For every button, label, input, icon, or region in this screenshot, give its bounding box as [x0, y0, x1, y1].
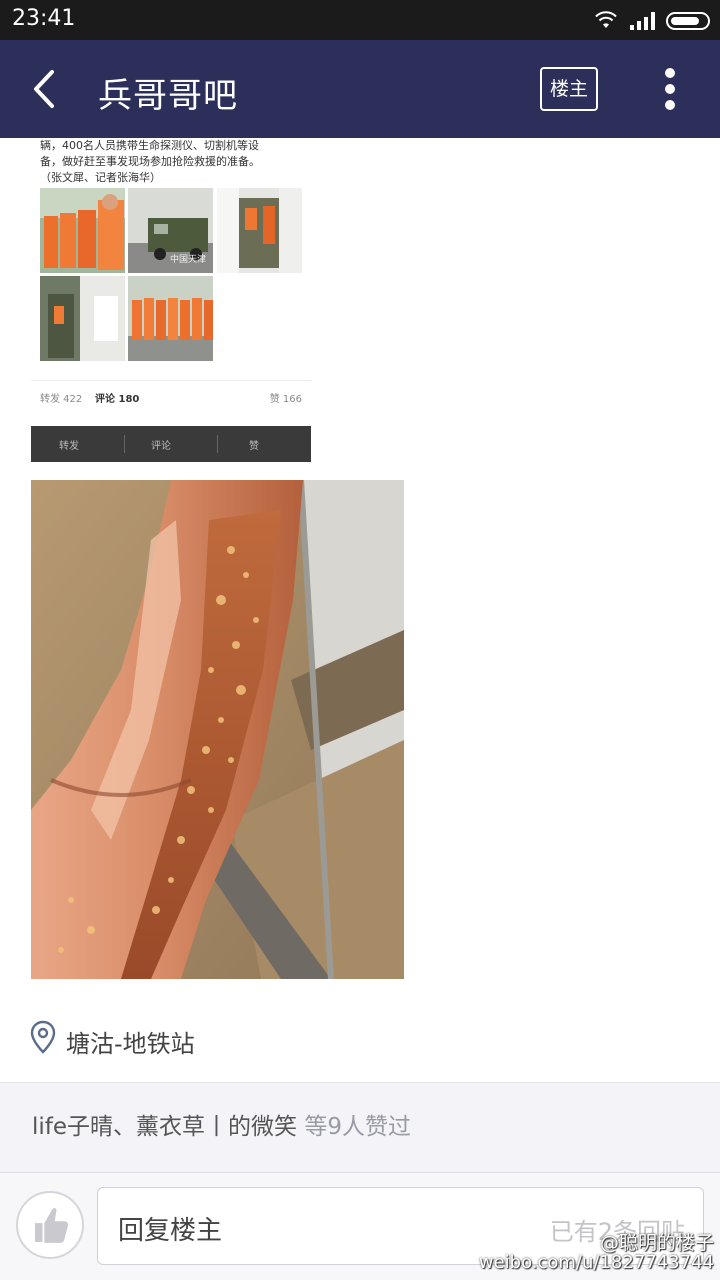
- divider: [124, 435, 125, 453]
- weibo-text: 辆，400名人员携带生命探测仪、切割机等设 备，做好赶至事发现场参加抢险救援的准…: [40, 138, 308, 186]
- status-bar: 23:41: [0, 0, 720, 40]
- comment-count: 评论 180: [95, 394, 140, 405]
- back-arrow-icon[interactable]: [24, 68, 66, 110]
- reply-placeholder: 回复楼主: [118, 1216, 223, 1246]
- divider: [217, 435, 218, 453]
- location-text: 塘沽-地铁站: [66, 1030, 195, 1058]
- weibo-text-line: 辆，400名人员携带生命探测仪、切割机等设: [40, 139, 259, 152]
- post-photo[interactable]: [31, 480, 404, 979]
- forum-title: 兵哥哥吧: [98, 76, 238, 116]
- liked-by-text: life子晴、薰衣草丨的微笑 等9人赞过: [32, 1107, 411, 1141]
- watermark-url: weibo.com/u/1827743744: [478, 1252, 714, 1273]
- watermark-handle: @聪明的楼子: [599, 1232, 714, 1254]
- weibo-watermark: @聪明的楼子 weibo.com/u/1827743744: [460, 1226, 720, 1280]
- thumbs-up-icon: [34, 1208, 69, 1243]
- liked-by-count: 等9人赞过: [304, 1114, 411, 1140]
- weibo-photo-thumbnail[interactable]: [128, 276, 213, 361]
- weibo-photo-thumbnail[interactable]: 中国天津: [128, 188, 213, 273]
- repost-count: 转发 422: [40, 394, 83, 405]
- wifi-icon: [595, 11, 617, 28]
- location-pin-icon: [30, 1020, 56, 1054]
- weibo-photo-thumbnail[interactable]: [40, 188, 125, 273]
- weibo-comment-action: 评论: [151, 441, 171, 452]
- likes-bar[interactable]: life子晴、薰衣草丨的微笑 等9人赞过: [0, 1082, 720, 1172]
- status-time: 23:41: [12, 6, 76, 31]
- more-options-icon[interactable]: [660, 68, 680, 112]
- owner-only-button[interactable]: 楼主: [540, 67, 598, 111]
- thumbnail-watermark-text: 中国天津: [170, 253, 206, 265]
- weibo-action-bar: 转发 评论 赞: [31, 426, 311, 462]
- like-count: 赞 166: [269, 394, 302, 405]
- weibo-text-line: （张文犀、记者张海华）: [40, 171, 161, 184]
- signal-icon: [630, 12, 655, 30]
- weibo-like-action: 赞: [249, 441, 259, 452]
- liked-by-names[interactable]: life子晴、薰衣草丨的微笑: [32, 1114, 297, 1140]
- screen: 23:41 兵哥哥吧 楼主 辆，400名人员携带生命探测仪、切割机等设 备，做好…: [0, 0, 720, 1280]
- post-content: 辆，400名人员携带生命探测仪、切割机等设 备，做好赶至事发现场参加抢险救援的准…: [0, 138, 720, 1082]
- battery-icon: [666, 12, 710, 30]
- weibo-photo-thumbnail[interactable]: [217, 188, 302, 273]
- weibo-counts-bar: 转发 422 评论 180 赞 166: [31, 380, 311, 410]
- weibo-repost-action: 转发: [59, 441, 79, 452]
- like-button[interactable]: [16, 1191, 84, 1259]
- nav-bar: 兵哥哥吧 楼主: [0, 40, 720, 138]
- weibo-text-line: 备，做好赶至事发现场参加抢险救援的准备。: [40, 155, 260, 168]
- embedded-weibo-screenshot[interactable]: 辆，400名人员携带生命探测仪、切割机等设 备，做好赶至事发现场参加抢险救援的准…: [31, 138, 311, 462]
- weibo-photo-thumbnail[interactable]: [40, 276, 125, 361]
